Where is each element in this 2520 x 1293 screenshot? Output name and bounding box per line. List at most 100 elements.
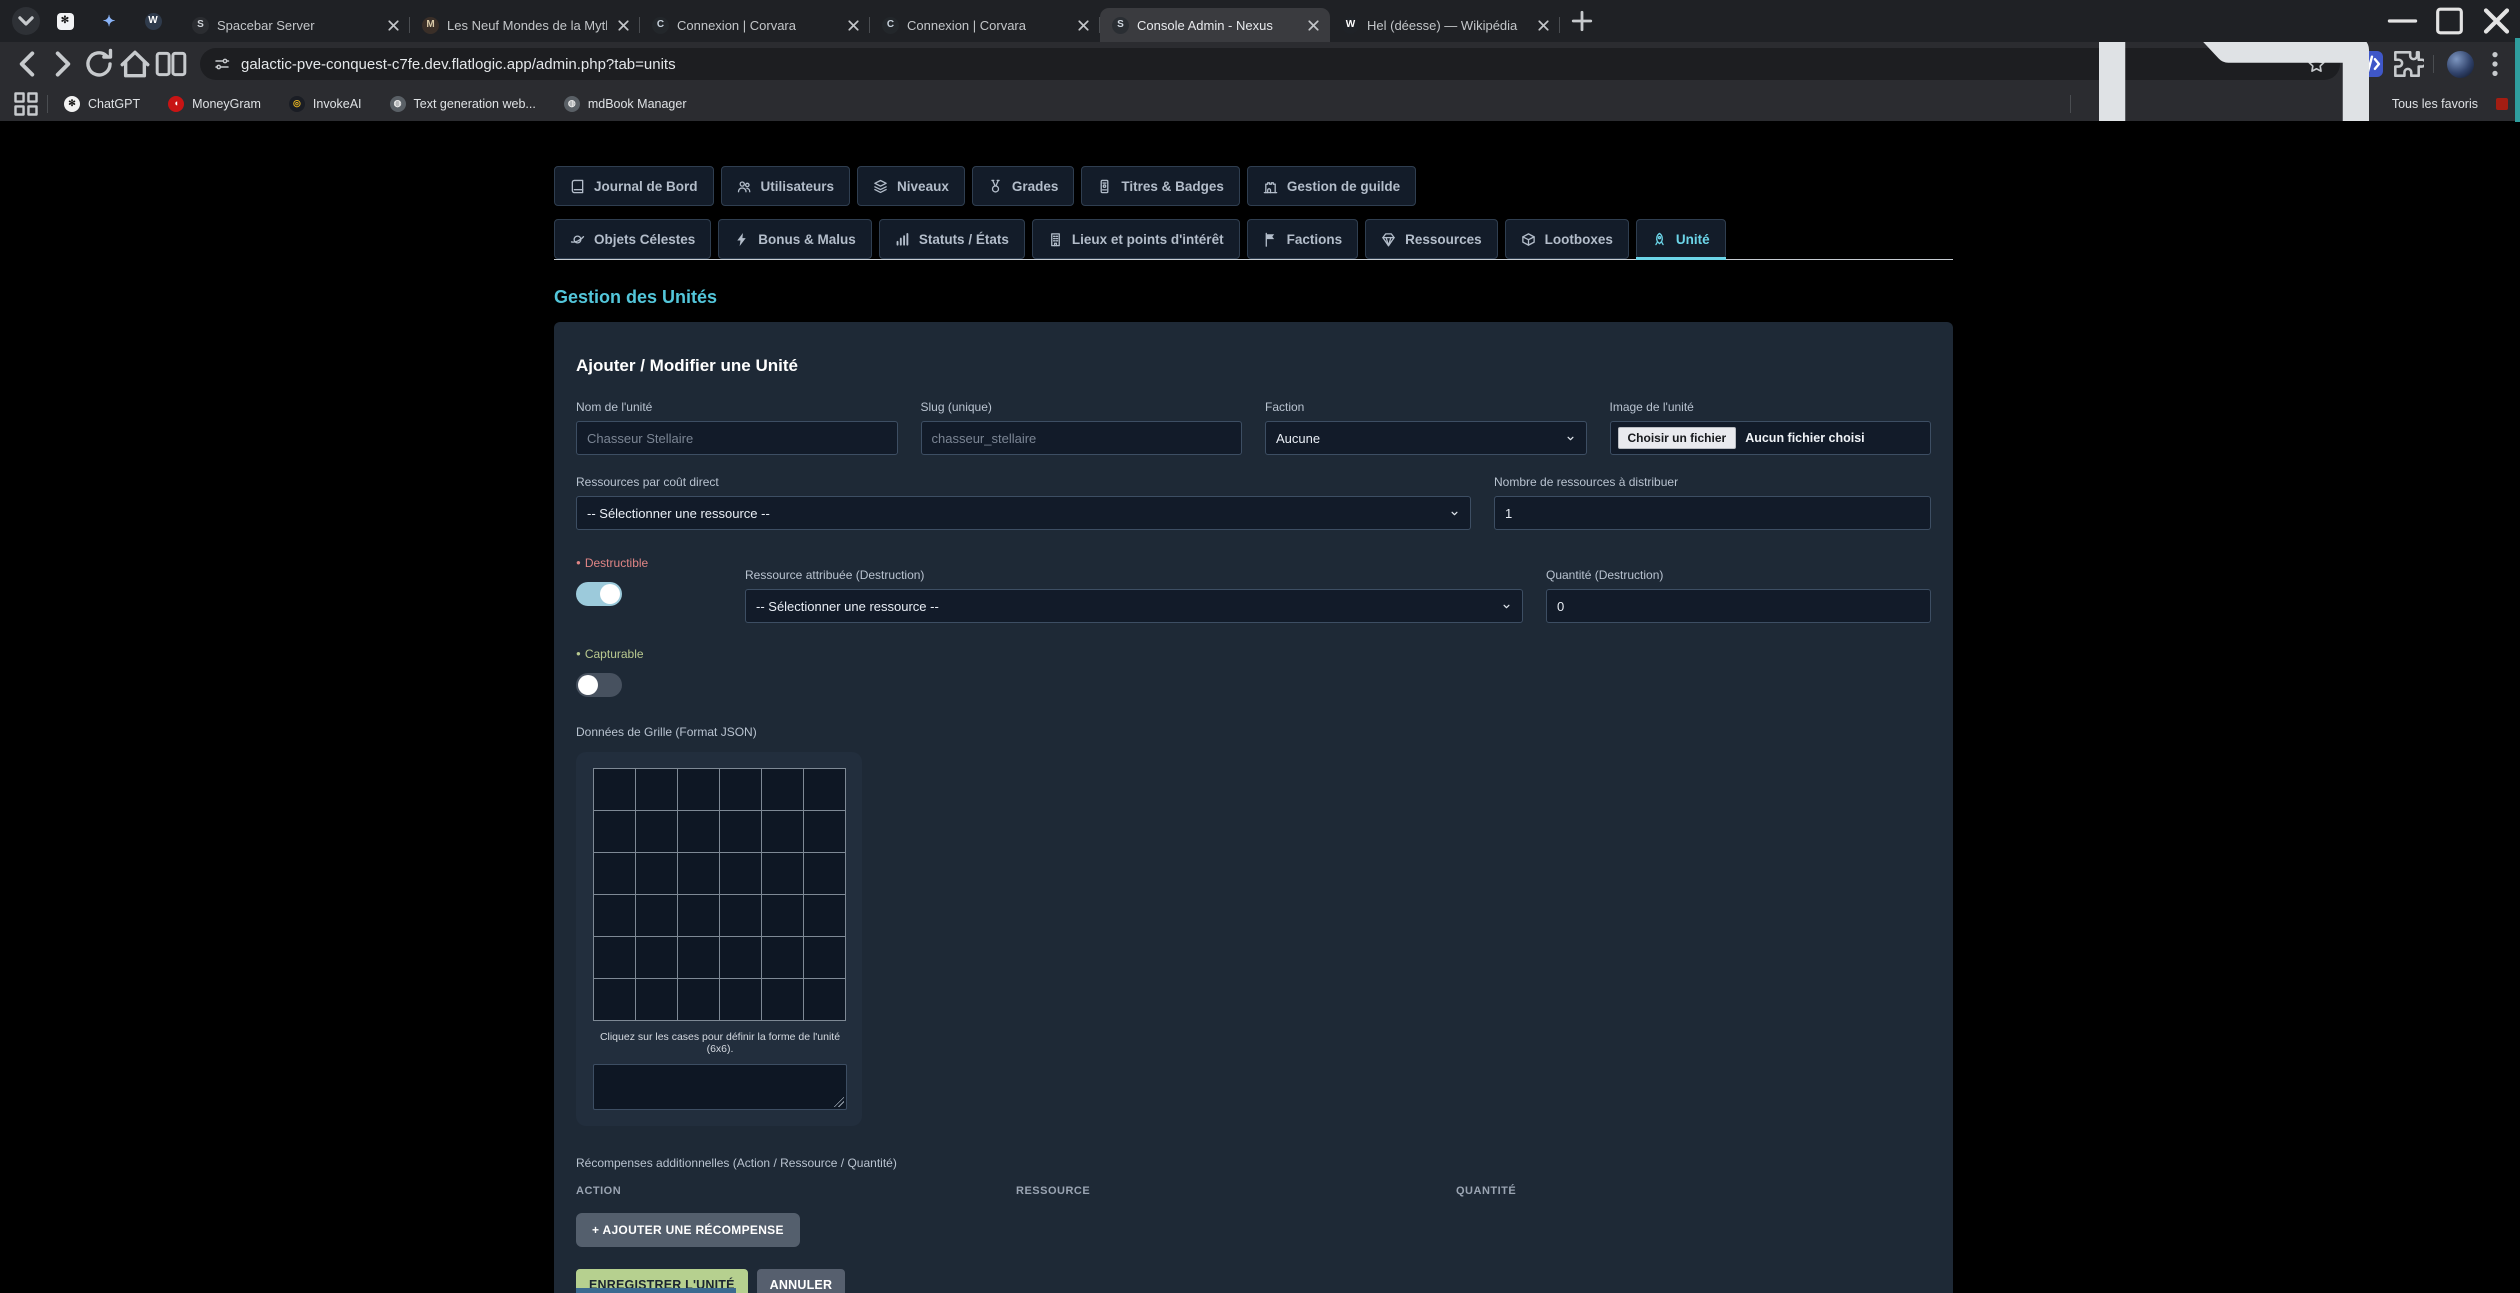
bookmark-item-invokeai[interactable]: ◎InvokeAI: [280, 93, 371, 115]
grid-cell[interactable]: [636, 979, 677, 1020]
sub-tab-statuts-tats[interactable]: Statuts / États: [879, 219, 1025, 259]
faction-select[interactable]: Aucune: [1265, 421, 1587, 455]
cancel-button[interactable]: ANNULER: [757, 1269, 846, 1293]
apps-grid-button[interactable]: [12, 90, 40, 118]
grid-cell[interactable]: [678, 979, 719, 1020]
browser-tab[interactable]: SSpacebar Server: [180, 8, 410, 42]
grid-cell[interactable]: [762, 979, 803, 1020]
grid-cell[interactable]: [594, 811, 635, 852]
choose-file-button[interactable]: Choisir un fichier: [1618, 427, 1737, 449]
grid-cell[interactable]: [720, 937, 761, 978]
close-window-button[interactable]: [2473, 0, 2520, 42]
bookmark-item-moneygram[interactable]: ◖MoneyGram: [159, 93, 270, 115]
close-tab-icon[interactable]: [845, 17, 862, 34]
grid-cell[interactable]: [636, 811, 677, 852]
wordpress-icon[interactable]: W: [136, 4, 170, 38]
grid-cell[interactable]: [804, 979, 845, 1020]
grid-cell[interactable]: [762, 895, 803, 936]
url-text[interactable]: galactic-pve-conquest-c7fe.dev.flatlogic…: [241, 56, 2296, 73]
tab-search-button[interactable]: [12, 7, 40, 35]
browser-tab[interactable]: MLes Neuf Mondes de la Mythol: [410, 8, 640, 42]
grid-cell[interactable]: [636, 895, 677, 936]
back-button[interactable]: [10, 47, 44, 81]
grid-cell[interactable]: [636, 769, 677, 810]
grid-cell[interactable]: [594, 769, 635, 810]
grid-cell[interactable]: [720, 895, 761, 936]
close-tab-icon[interactable]: [1305, 17, 1322, 34]
grid-cell[interactable]: [804, 811, 845, 852]
browser-tab[interactable]: WHel (déesse) — Wikipédia: [1330, 8, 1560, 42]
main-tab-gestion-de-guilde[interactable]: Gestion de guilde: [1247, 166, 1416, 206]
browser-tab[interactable]: CConnexion | Corvara: [870, 8, 1100, 42]
bookmark-item-chatgpt[interactable]: ✻ChatGPT: [55, 93, 149, 115]
home-button[interactable]: [118, 47, 152, 81]
image-file-input[interactable]: Choisir un fichier Aucun fichier choisi: [1610, 421, 1932, 455]
grid-cell[interactable]: [678, 853, 719, 894]
grid-cell[interactable]: [762, 853, 803, 894]
slug-input[interactable]: [921, 421, 1243, 455]
sub-tab-bonus-malus[interactable]: Bonus & Malus: [718, 219, 872, 259]
grid-cell[interactable]: [594, 895, 635, 936]
forward-button[interactable]: [46, 47, 80, 81]
bookmark-item-mdbook-manager[interactable]: ◍mdBook Manager: [555, 93, 696, 115]
grid-cell[interactable]: [678, 811, 719, 852]
main-tab-titres-badges[interactable]: Titres & Badges: [1081, 166, 1240, 206]
grid-cell[interactable]: [720, 769, 761, 810]
address-bar[interactable]: galactic-pve-conquest-c7fe.dev.flatlogic…: [200, 48, 2340, 80]
grid-cell[interactable]: [804, 769, 845, 810]
close-tab-icon[interactable]: [1535, 17, 1552, 34]
grid-cell[interactable]: [720, 979, 761, 1020]
bookmark-label: InvokeAI: [313, 97, 362, 111]
grid-cell[interactable]: [678, 937, 719, 978]
close-tab-icon[interactable]: [385, 17, 402, 34]
split-view-button[interactable]: [154, 47, 188, 81]
grid-cell[interactable]: [804, 853, 845, 894]
new-tab-button[interactable]: [1568, 7, 1596, 35]
unit-name-input[interactable]: [576, 421, 898, 455]
grid-cell[interactable]: [636, 853, 677, 894]
pinned-site-icon[interactable]: ✻: [48, 4, 82, 38]
sub-tab-objets-c-lestes[interactable]: Objets Célestes: [554, 219, 711, 259]
grid-cell[interactable]: [678, 895, 719, 936]
bookmark-item-text-generation-web[interactable]: ◍Text generation web...: [381, 93, 545, 115]
main-tab-journal-de-bord[interactable]: Journal de Bord: [554, 166, 714, 206]
destruction-resource-select[interactable]: -- Sélectionner une ressource --: [745, 589, 1523, 623]
main-tab-niveaux[interactable]: Niveaux: [857, 166, 965, 206]
grid-cell[interactable]: [720, 853, 761, 894]
grid-cell[interactable]: [594, 979, 635, 1020]
grid-cell[interactable]: [804, 937, 845, 978]
browser-tab[interactable]: CConnexion | Corvara: [640, 8, 870, 42]
minimize-button[interactable]: [2379, 0, 2426, 42]
grid-cell[interactable]: [720, 811, 761, 852]
grid-cell[interactable]: [762, 811, 803, 852]
grid-cell[interactable]: [636, 937, 677, 978]
sub-tab-lootboxes[interactable]: Lootboxes: [1505, 219, 1629, 259]
gemini-icon[interactable]: ✦: [92, 4, 126, 38]
sub-tab-lieux-et-points-d-int-r-t[interactable]: Lieux et points d'intérêt: [1032, 219, 1240, 259]
grid-cell[interactable]: [762, 937, 803, 978]
grid-cell[interactable]: [594, 853, 635, 894]
distribute-count-input[interactable]: [1494, 496, 1931, 530]
add-reward-button[interactable]: + AJOUTER UNE RÉCOMPENSE: [576, 1213, 800, 1247]
main-tab-grades[interactable]: Grades: [972, 166, 1075, 206]
close-tab-icon[interactable]: [615, 17, 632, 34]
cost-resource-select[interactable]: -- Sélectionner une ressource --: [576, 496, 1471, 530]
browser-tab[interactable]: SConsole Admin - Nexus: [1100, 8, 1330, 42]
browser-menu-button[interactable]: [2480, 49, 2510, 79]
grid-cell[interactable]: [804, 895, 845, 936]
main-tab-utilisateurs[interactable]: Utilisateurs: [721, 166, 851, 206]
destruction-qty-input[interactable]: [1546, 589, 1931, 623]
grid-cell[interactable]: [762, 769, 803, 810]
destructible-toggle[interactable]: [576, 582, 622, 606]
sub-tab-ressources[interactable]: Ressources: [1365, 219, 1498, 259]
sub-tab-unit[interactable]: Unité: [1636, 219, 1726, 259]
site-settings-icon[interactable]: [214, 56, 230, 72]
maximize-button[interactable]: [2426, 0, 2473, 42]
reload-button[interactable]: [82, 47, 116, 81]
sub-tab-factions[interactable]: Factions: [1247, 219, 1359, 259]
grid-json-textarea[interactable]: [593, 1064, 847, 1110]
capturable-toggle[interactable]: [576, 673, 622, 697]
grid-cell[interactable]: [678, 769, 719, 810]
close-tab-icon[interactable]: [1075, 17, 1092, 34]
grid-cell[interactable]: [594, 937, 635, 978]
